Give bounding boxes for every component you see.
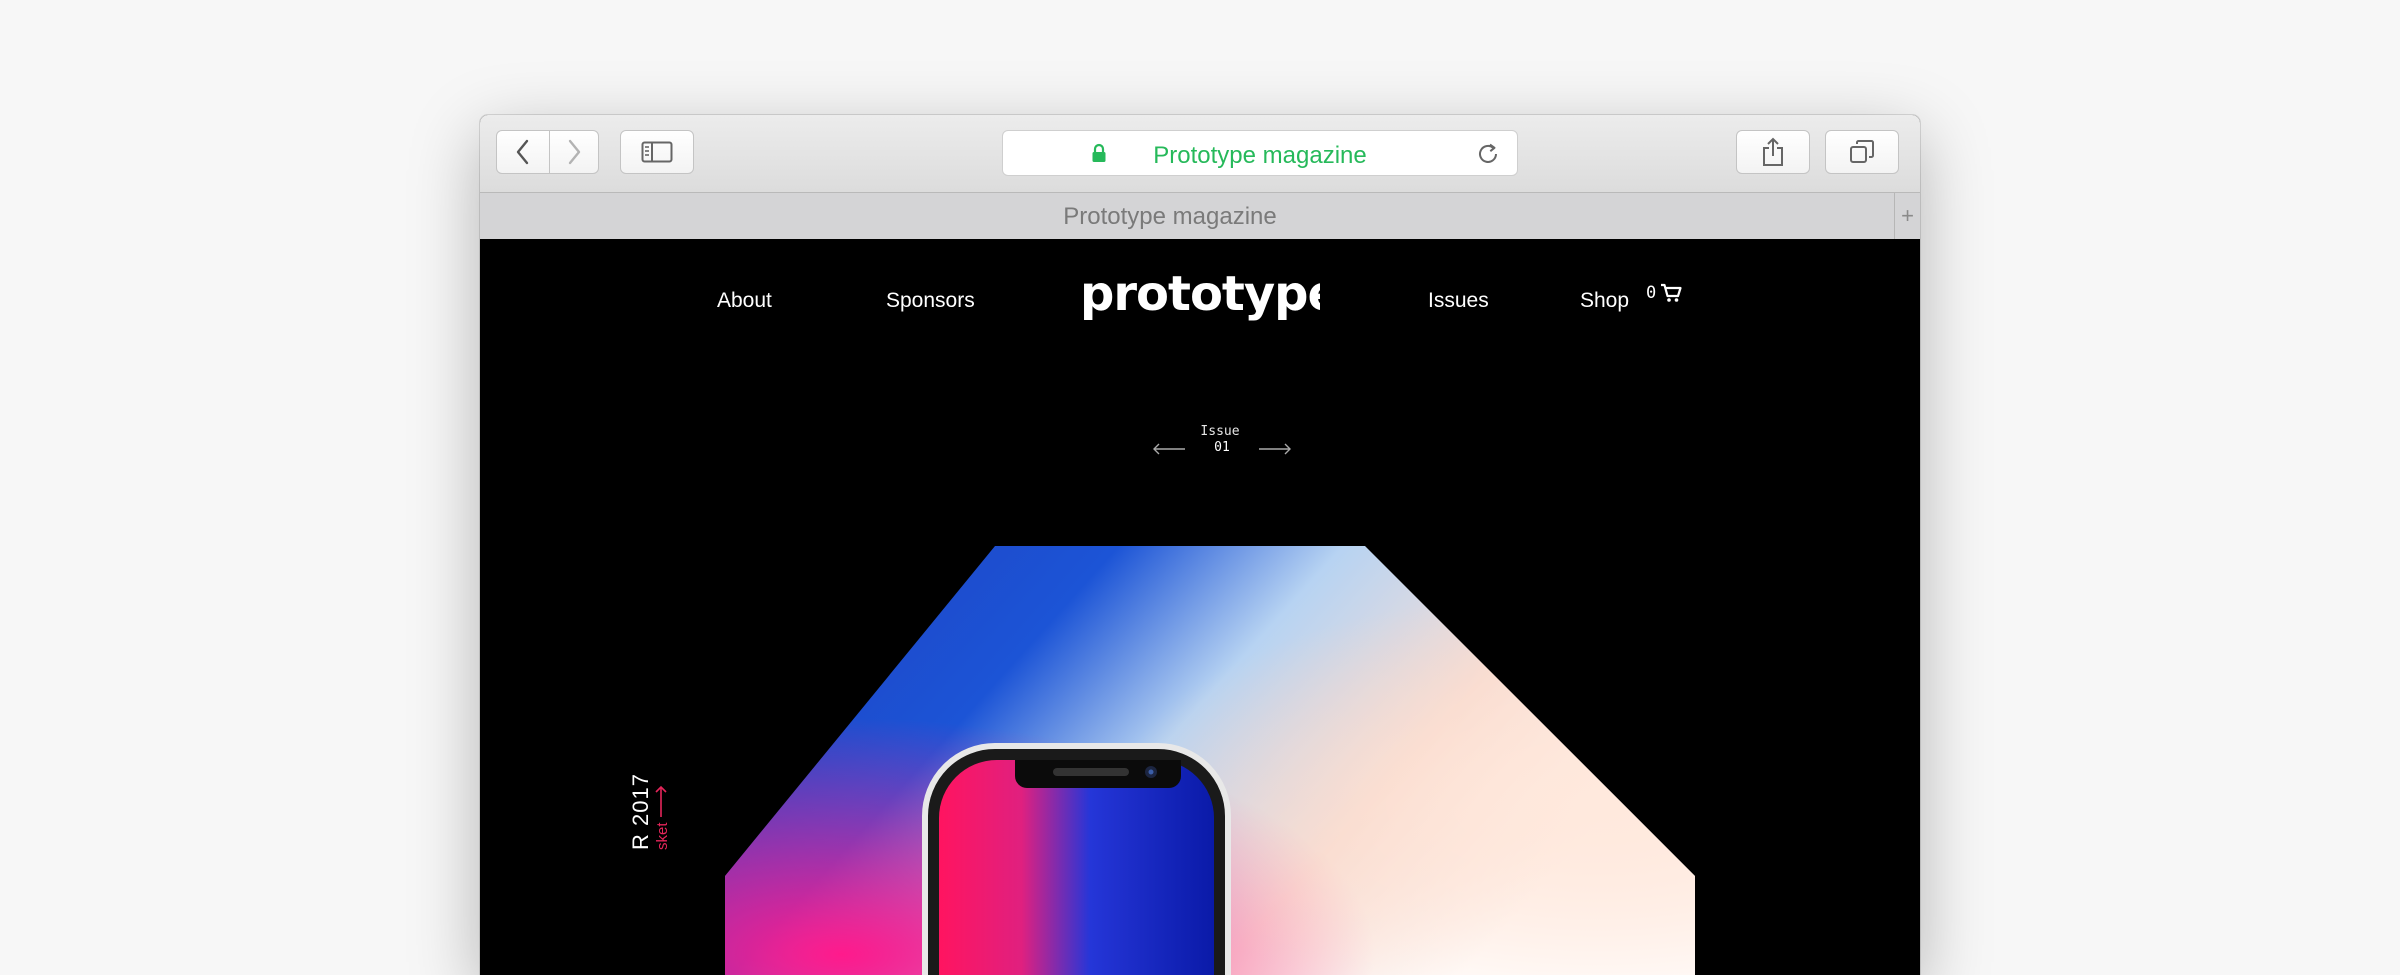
active-tab[interactable]: Prototype magazine — [480, 203, 1860, 231]
cart-icon — [1661, 283, 1682, 302]
nav-sponsors[interactable]: Sponsors — [886, 289, 975, 313]
address-bar[interactable]: Prototype magazine — [1002, 130, 1518, 176]
sidebar-button[interactable] — [620, 130, 694, 174]
tabs-overview-button[interactable] — [1825, 130, 1899, 174]
site-logo[interactable]: prototype — [1080, 266, 1320, 326]
sidebar-icon — [641, 141, 673, 163]
new-tab-button[interactable]: + — [1894, 193, 1920, 239]
forward-button[interactable] — [549, 130, 599, 174]
issue-label: Issue — [1200, 424, 1240, 439]
browser-window: Prototype magazine Prototype magazine + … — [480, 115, 1920, 975]
browser-toolbar: Prototype magazine — [480, 115, 1920, 193]
svg-text:prototype: prototype — [1080, 266, 1320, 322]
nav-issues[interactable]: Issues — [1428, 289, 1489, 313]
back-icon — [516, 139, 529, 165]
phone-mockup — [922, 743, 1231, 975]
nav-shop[interactable]: Shop — [1580, 289, 1629, 313]
issue-number-row: 01 — [1152, 440, 1292, 460]
next-issue-arrow-icon[interactable] — [1258, 443, 1292, 455]
cart-button[interactable]: 0 — [1646, 283, 1682, 303]
web-page: About Sponsors prototype Issues Shop 0 I… — [480, 239, 1920, 975]
cart-count: 0 — [1646, 283, 1657, 303]
forward-icon — [568, 139, 581, 165]
nav-about[interactable]: About — [717, 289, 772, 313]
feature-caption: R 2017 sket — [628, 773, 672, 850]
feature-title: R 2017 — [628, 773, 653, 850]
feature-arrow-icon — [655, 785, 667, 818]
tabs-overview-icon — [1850, 140, 1874, 163]
feature-link[interactable]: sket — [654, 773, 672, 850]
address-url: Prototype magazine — [1153, 142, 1367, 169]
tab-bar: Prototype magazine + — [480, 193, 1920, 240]
feature-link-text: sket — [654, 822, 671, 850]
back-button[interactable] — [496, 130, 550, 174]
cover-artwork[interactable] — [725, 546, 1695, 975]
share-button[interactable] — [1736, 130, 1810, 174]
reload-icon[interactable] — [1475, 141, 1501, 172]
share-icon — [1763, 137, 1783, 166]
